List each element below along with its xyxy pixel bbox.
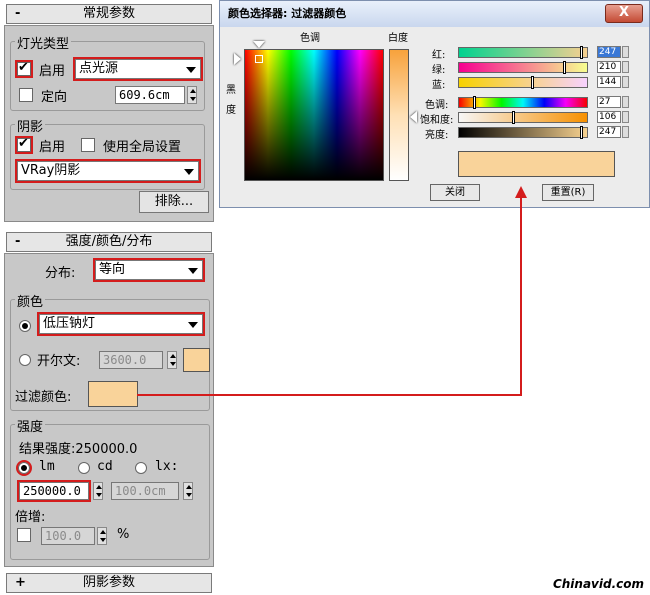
watermark: Chinavid.com <box>552 577 644 591</box>
arrow-head-icon <box>515 186 527 198</box>
annotation-arrow <box>137 186 527 396</box>
connector-line <box>137 197 522 396</box>
